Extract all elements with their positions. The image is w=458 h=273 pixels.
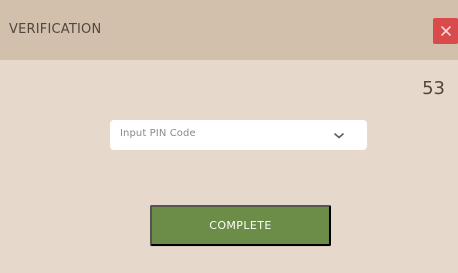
- pin-code-placeholder: Input PIN Code: [120, 128, 196, 139]
- chevron-down-icon: [331, 128, 347, 144]
- dialog-title: VERIFICATION: [9, 22, 102, 37]
- pin-code-dropdown[interactable]: Input PIN Code: [110, 120, 367, 150]
- dialog-header: VERIFICATION: [0, 0, 458, 60]
- complete-button[interactable]: COMPLETE: [150, 205, 331, 246]
- close-button[interactable]: [433, 18, 458, 44]
- verification-dialog: VERIFICATION 53 Input PIN Code COMPLETE: [0, 0, 458, 273]
- countdown-timer: 53: [422, 78, 445, 99]
- close-icon: [439, 24, 453, 38]
